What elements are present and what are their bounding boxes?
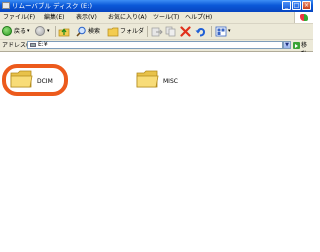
undo-icon[interactable] bbox=[195, 26, 207, 37]
drive-icon bbox=[2, 2, 10, 9]
toolbar: 戻る ▾ ▾ 検索 フォルダ ▾ bbox=[0, 24, 313, 40]
up-folder-icon[interactable] bbox=[58, 26, 70, 37]
back-icon[interactable] bbox=[2, 26, 12, 36]
folders-icon[interactable] bbox=[107, 26, 119, 37]
search-icon[interactable] bbox=[76, 26, 87, 37]
toolbar-separator bbox=[211, 26, 212, 37]
menu-tools[interactable]: ツール(T) bbox=[153, 13, 179, 22]
folder-item-misc[interactable]: MISC bbox=[136, 68, 196, 94]
folder-icon[interactable] bbox=[136, 68, 160, 90]
drive-icon bbox=[30, 43, 36, 47]
maximize-button[interactable]: □ bbox=[292, 1, 301, 10]
folder-label[interactable]: MISC bbox=[163, 78, 178, 85]
delete-icon[interactable] bbox=[180, 26, 191, 37]
menu-bar: ファイル(F) 編集(E) 表示(V) お気に入り(A) ツール(T) ヘルプ(… bbox=[0, 12, 313, 24]
folders-label[interactable]: フォルダ bbox=[120, 27, 144, 36]
back-dropdown-icon[interactable]: ▾ bbox=[27, 27, 30, 36]
minimize-button[interactable]: _ bbox=[282, 1, 291, 10]
views-icon[interactable] bbox=[215, 26, 227, 37]
menu-edit[interactable]: 編集(E) bbox=[44, 13, 64, 22]
views-dropdown-icon[interactable]: ▾ bbox=[228, 27, 231, 36]
address-dropdown-icon[interactable]: ▼ bbox=[283, 41, 291, 49]
toolbar-separator bbox=[55, 26, 56, 37]
go-button[interactable]: 移動 bbox=[293, 41, 312, 58]
address-input[interactable]: E:¥ bbox=[27, 41, 283, 49]
address-bar: アドレス(D) E:¥ ▼ 移動 bbox=[0, 40, 313, 58]
highlight-circle bbox=[2, 64, 68, 96]
search-label[interactable]: 検索 bbox=[88, 27, 100, 36]
back-label[interactable]: 戻る bbox=[14, 27, 26, 36]
move-to-icon[interactable] bbox=[151, 26, 163, 37]
forward-dropdown-icon[interactable]: ▾ bbox=[47, 27, 50, 36]
windows-logo-icon bbox=[294, 12, 313, 23]
menu-favorites[interactable]: お気に入り(A) bbox=[108, 13, 147, 22]
menu-help[interactable]: ヘルプ(H) bbox=[185, 13, 212, 22]
title-bar[interactable]: リムーバブル ディスク (E:) _ □ × bbox=[0, 0, 313, 12]
toolbar-separator bbox=[147, 26, 148, 37]
go-arrow-icon[interactable] bbox=[293, 42, 300, 49]
menu-view[interactable]: 表示(V) bbox=[76, 13, 97, 22]
address-value[interactable]: E:¥ bbox=[38, 41, 48, 49]
menu-file[interactable]: ファイル(F) bbox=[3, 13, 35, 22]
window-title: リムーバブル ディスク (E:) bbox=[12, 2, 92, 10]
copy-to-icon[interactable] bbox=[165, 26, 177, 37]
explorer-window: リムーバブル ディスク (E:) _ □ × ファイル(F) 編集(E) 表示(… bbox=[0, 0, 313, 252]
close-button[interactable]: × bbox=[302, 1, 311, 10]
forward-icon[interactable] bbox=[35, 26, 45, 36]
